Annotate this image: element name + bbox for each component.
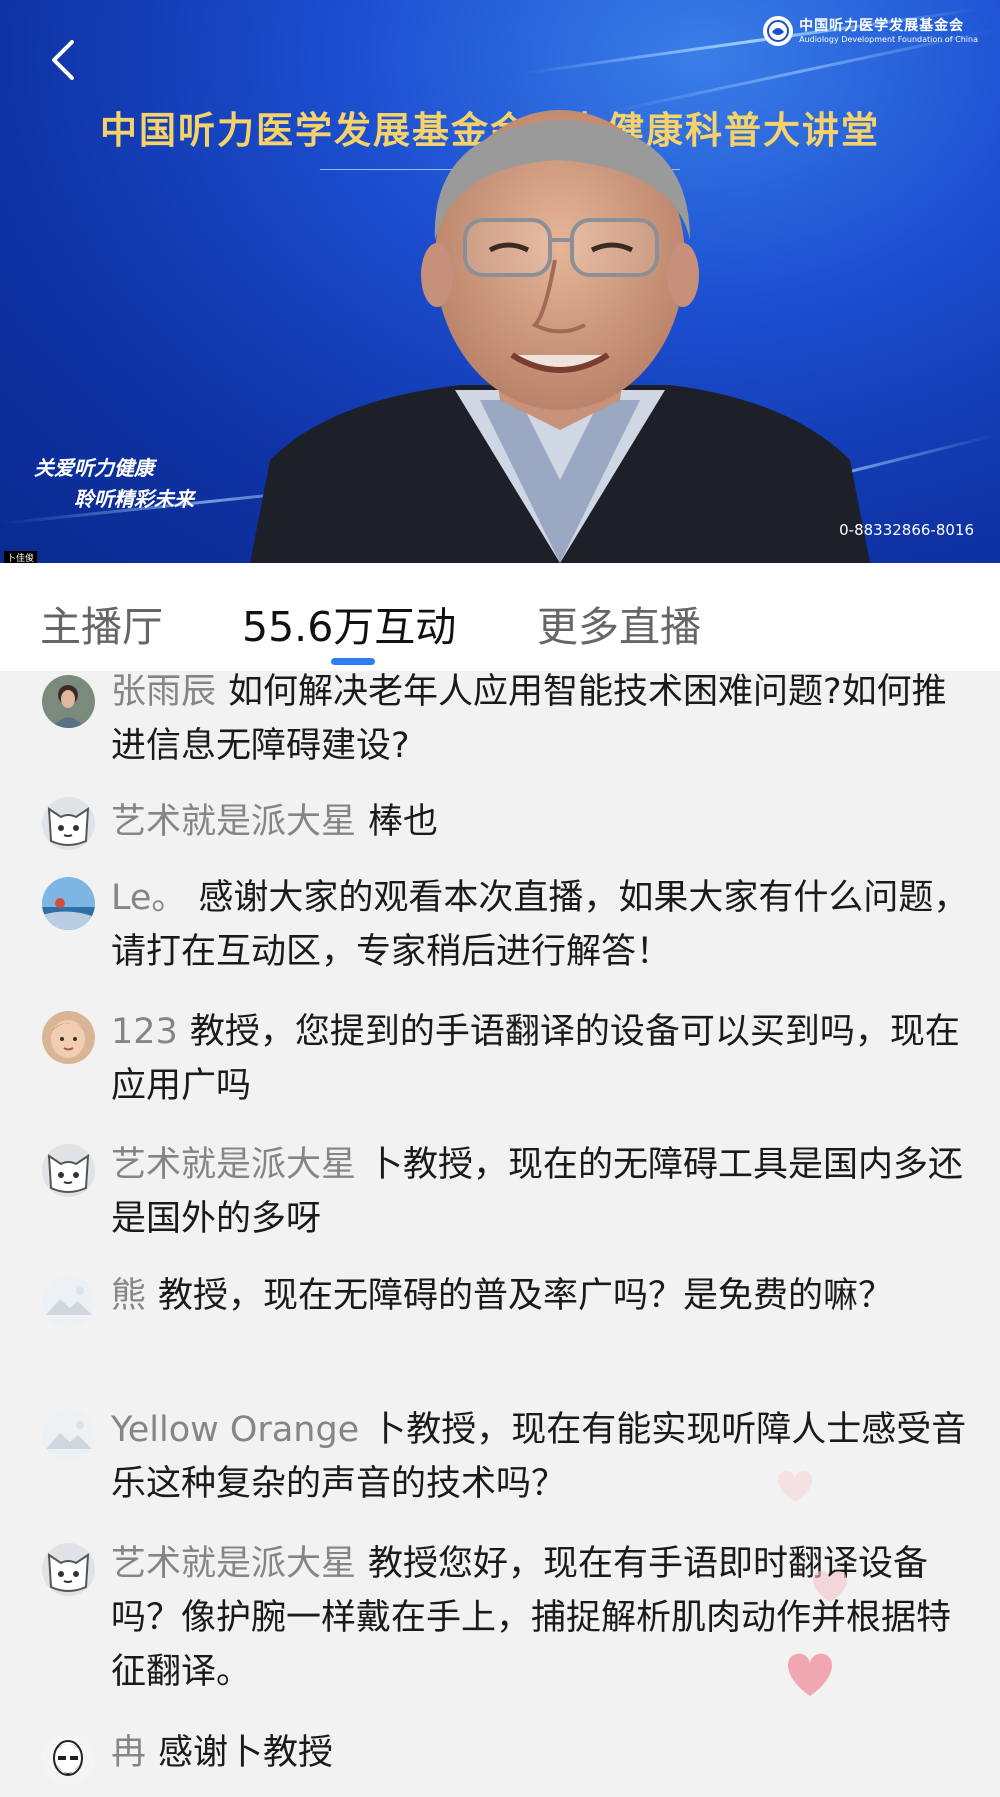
foundation-seal-icon xyxy=(763,16,794,46)
comment-username[interactable]: Yellow Orange xyxy=(111,1410,359,1450)
comment-username[interactable]: Le。 xyxy=(111,878,186,918)
comment-username[interactable]: 123 xyxy=(111,1012,178,1052)
comment-text: 感谢大家的观看本次直播，如果大家有什么问题，请打在互动区，专家稍后进行解答！ xyxy=(111,878,969,972)
comment-text: 教授，您提到的手语翻译的设备可以买到吗，现在应用广吗 xyxy=(111,1012,960,1106)
foundation-logo: 中国听力医学发展基金会 Audiology Development Founda… xyxy=(763,16,978,46)
comment-username[interactable]: 熊 xyxy=(111,1276,146,1316)
avatar[interactable] xyxy=(42,1144,95,1197)
avatar[interactable] xyxy=(42,1543,95,1596)
comment-text: 教授，现在无障碍的普及率广吗？是免费的嘛？ xyxy=(158,1276,894,1316)
avatar[interactable] xyxy=(42,797,95,850)
comment-username[interactable]: 艺术就是派大星 xyxy=(111,802,356,842)
tab-more-live[interactable]: 更多直播 xyxy=(537,593,701,653)
foundation-name-cn: 中国听力医学发展基金会 xyxy=(799,17,965,34)
foundation-name-en: Audiology Development Foundation of Chin… xyxy=(799,34,978,44)
comment-username[interactable]: 艺术就是派大星 xyxy=(111,1544,356,1584)
comment-username[interactable]: 冉 xyxy=(111,1733,146,1773)
comment-username[interactable]: 艺术就是派大星 xyxy=(111,1145,356,1185)
comment-text: 如何解决老年人应用智能技术困难问题?如何推进信息无障碍建设? xyxy=(111,672,947,766)
avatar[interactable] xyxy=(42,1011,95,1064)
avatar[interactable] xyxy=(42,1409,95,1462)
tab-host-hall[interactable]: 主播厅 xyxy=(40,593,163,653)
speaker-video-feed xyxy=(250,110,870,563)
floating-like-hearts xyxy=(778,1471,847,1696)
speaker-name-tag: 卜佳俊 xyxy=(4,551,38,563)
chevron-left-icon xyxy=(52,40,74,80)
back-button[interactable] xyxy=(42,38,86,82)
avatar[interactable] xyxy=(42,1275,95,1328)
hotline-number: 0-88332866-8016 xyxy=(839,521,974,539)
comment-text: 感谢卜教授 xyxy=(158,1733,334,1773)
avatar[interactable] xyxy=(42,877,95,930)
active-tab-indicator xyxy=(331,658,375,665)
live-video-player[interactable]: 中国听力医学发展基金会 Audiology Development Founda… xyxy=(0,0,1000,563)
comment-username[interactable]: 张雨辰 xyxy=(111,672,216,712)
slogan: 关爱听力健康 聆听精彩未来 xyxy=(34,456,194,511)
avatar[interactable] xyxy=(42,675,95,728)
tab-bar: 主播厅 55.6万互动 更多直播 xyxy=(0,563,1000,671)
avatar[interactable] xyxy=(42,1732,95,1785)
tab-interaction[interactable]: 55.6万互动 xyxy=(242,593,456,653)
comment-text: 棒也 xyxy=(368,802,439,842)
